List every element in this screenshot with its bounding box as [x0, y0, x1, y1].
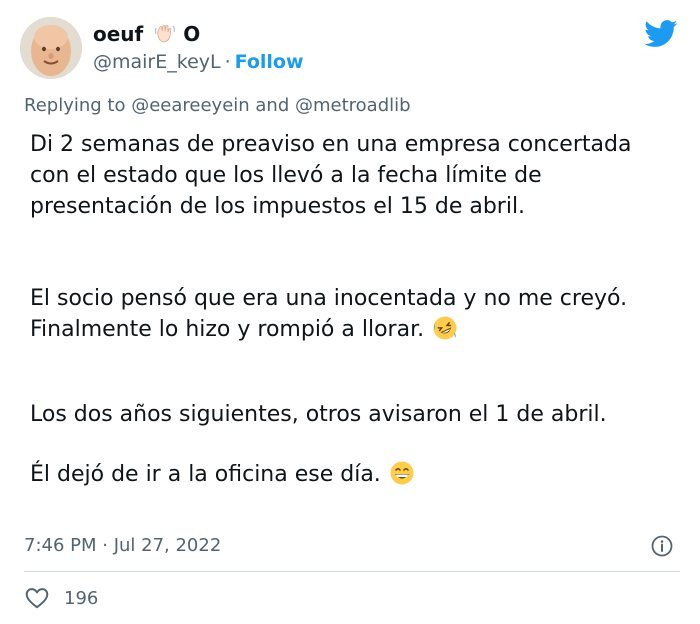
- like-button[interactable]: 196: [24, 583, 98, 613]
- heart-icon: [25, 588, 49, 609]
- display-name-suffix: O: [183, 22, 201, 46]
- mention-link-1[interactable]: @eeareeyein: [131, 95, 249, 116]
- divider: [24, 571, 680, 572]
- grinning-face-icon: [390, 461, 414, 485]
- handle[interactable]: @mairE_keyL: [93, 51, 221, 73]
- tweet-paragraph-4-text: Él dejó de ir a la oficina ese día.: [30, 462, 381, 487]
- separator-dot: ·: [224, 51, 231, 73]
- display-name[interactable]: oeuf O: [93, 20, 200, 48]
- tweet-timestamp[interactable]: 7:46 PM · Jul 27, 2022: [24, 534, 221, 558]
- follow-button[interactable]: Follow: [235, 51, 304, 73]
- tweet-paragraph-1: Di 2 semanas de preaviso en una empresa …: [30, 132, 632, 219]
- tweet-paragraph-3: Los dos años siguientes, otros avisaron …: [30, 402, 607, 427]
- info-icon[interactable]: [650, 534, 674, 558]
- like-count: 196: [64, 587, 99, 609]
- tweet-paragraph-4: Él dejó de ir a la oficina ese día.: [30, 459, 680, 490]
- display-name-text: oeuf: [93, 22, 144, 46]
- replying-to-line: Replying to @eeareeyein and @metroadlib: [24, 94, 411, 118]
- tweet-paragraph-2-text: El socio pensó que era una inocentada y …: [30, 286, 628, 342]
- mention-link-2[interactable]: @metroadlib: [295, 95, 411, 116]
- waving-hand-icon: [155, 25, 176, 43]
- twitter-bird-icon[interactable]: [644, 20, 678, 48]
- timestamp-text: 7:46 PM · Jul 27, 2022: [24, 535, 222, 556]
- rolling-on-floor-laughing-icon: [433, 316, 457, 340]
- avatar[interactable]: [20, 17, 82, 79]
- avatar-face-icon: [20, 17, 82, 79]
- tweet-paragraph-2: El socio pensó que era una inocentada y …: [30, 283, 680, 345]
- replying-prefix: Replying to: [24, 95, 132, 116]
- replying-conjunction: and: [249, 95, 295, 116]
- handle-row: @mairE_keyL · Follow: [93, 50, 304, 74]
